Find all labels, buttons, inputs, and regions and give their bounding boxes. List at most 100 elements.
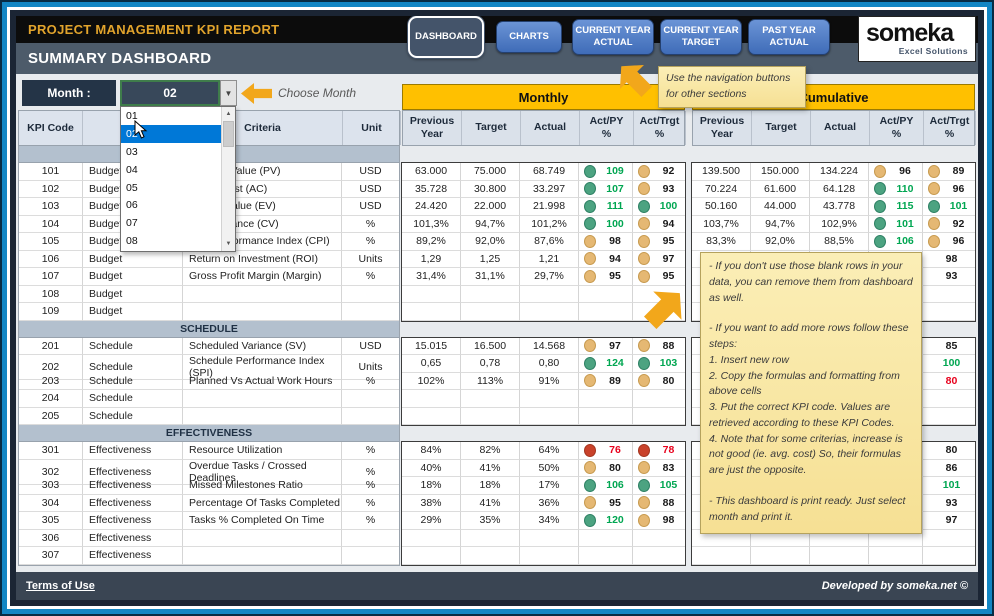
nav-button-current-year[interactable]: CURRENT YEAR TARGET bbox=[660, 19, 742, 55]
indicator-value: 88 bbox=[652, 340, 685, 352]
column-header-0: Previous Year bbox=[693, 111, 752, 145]
cell-target: 92,0% bbox=[751, 233, 810, 251]
status-dot-o bbox=[638, 339, 650, 352]
indicator-value: 92 bbox=[652, 165, 685, 177]
cell-previous-year: 50.160 bbox=[692, 198, 751, 216]
cell-criteria bbox=[183, 286, 342, 304]
indicator-value: 106 bbox=[598, 479, 632, 491]
month-option-03[interactable]: 03 bbox=[121, 143, 221, 161]
indicator-value: 98 bbox=[652, 514, 685, 526]
indicator-value: 110 bbox=[888, 183, 922, 195]
month-option-08[interactable]: 08 bbox=[121, 232, 221, 250]
indicator-value: 93 bbox=[928, 497, 975, 509]
scroll-thumb[interactable] bbox=[223, 121, 234, 147]
status-dot-o bbox=[584, 496, 596, 509]
value-row: 0,650,780,80124103 bbox=[402, 355, 685, 373]
cell-act-trgt bbox=[923, 390, 975, 408]
instructions-note: - If you don't use those blank rows in y… bbox=[700, 252, 922, 534]
indicator-value: 92 bbox=[942, 218, 975, 230]
cell-act-trgt: 85 bbox=[923, 338, 975, 356]
cell-target bbox=[461, 303, 520, 321]
cell-target: 30.800 bbox=[461, 181, 520, 199]
cell-act-py: 107 bbox=[579, 181, 633, 199]
cell-act-py bbox=[579, 286, 633, 304]
cell-previous-year: 0,65 bbox=[402, 355, 461, 373]
status-dot-o bbox=[928, 235, 940, 248]
month-option-06[interactable]: 06 bbox=[121, 196, 221, 214]
cell-actual: 102,9% bbox=[810, 216, 869, 234]
cell-actual: 68.749 bbox=[520, 163, 579, 181]
month-option-05[interactable]: 05 bbox=[121, 179, 221, 197]
monthly-values: 63.00075.00068.7491099235.72830.80033.29… bbox=[402, 146, 685, 565]
cell-unit: % bbox=[342, 512, 399, 530]
cell-act-py: 115 bbox=[869, 198, 923, 216]
value-row: 35.72830.80033.29710793 bbox=[402, 181, 685, 199]
month-option-07[interactable]: 07 bbox=[121, 214, 221, 232]
table-row: 201ScheduleScheduled Variance (SV)USD bbox=[19, 338, 399, 356]
cell-act-py bbox=[579, 390, 633, 408]
indicator-value: 98 bbox=[598, 235, 632, 247]
nav-button-current-year[interactable]: CURRENT YEAR ACTUAL bbox=[572, 19, 654, 55]
cell-actual: 91% bbox=[520, 373, 579, 391]
cell-kpi-code: 305 bbox=[19, 512, 83, 530]
cell-group: Effectiveness bbox=[83, 495, 183, 513]
cell-target: 0,78 bbox=[461, 355, 520, 373]
cell-kpi-code: 103 bbox=[19, 198, 83, 216]
dashboard-content: PROJECT MANAGEMENT KPI REPORT SUMMARY DA… bbox=[16, 16, 978, 600]
cell-actual bbox=[520, 408, 579, 426]
note-paragraph: 4. Note that for some criterias, increas… bbox=[709, 432, 913, 479]
indicator-value: 107 bbox=[598, 183, 632, 195]
cell-previous-year bbox=[402, 530, 461, 548]
cell-previous-year: 83,3% bbox=[692, 233, 751, 251]
note-paragraph: 2. Copy the formulas and formatting from… bbox=[709, 369, 913, 401]
values-box: 15.01516.50014.56897880,650,780,80124103… bbox=[402, 338, 685, 426]
status-dot-o bbox=[638, 270, 650, 283]
nav-button-past-year[interactable]: PAST YEAR ACTUAL bbox=[748, 19, 830, 55]
cell-previous-year bbox=[402, 390, 461, 408]
cell-group: Budget bbox=[83, 251, 183, 269]
cell-act-trgt: 80 bbox=[923, 373, 975, 391]
table-row: 203SchedulePlanned Vs Actual Work Hours% bbox=[19, 373, 399, 391]
indicator-value: 78 bbox=[652, 444, 685, 456]
cell-criteria: Return on Investment (ROI) bbox=[183, 251, 342, 269]
nav-button-dashboard[interactable]: DASHBOARD bbox=[408, 16, 484, 58]
dropdown-scrollbar[interactable]: ▲ ▼ bbox=[221, 107, 235, 251]
cell-previous-year: 38% bbox=[402, 495, 461, 513]
value-row bbox=[402, 286, 685, 304]
status-dot-o bbox=[638, 165, 650, 178]
cell-unit bbox=[342, 390, 399, 408]
cell-kpi-code: 107 bbox=[19, 268, 83, 286]
status-dot-g bbox=[584, 182, 596, 195]
value-row: 18%18%17%106105 bbox=[402, 477, 685, 495]
value-row: 29%35%34%12098 bbox=[402, 512, 685, 530]
cell-act-trgt: 88 bbox=[633, 495, 685, 513]
cell-unit: Units bbox=[342, 251, 399, 269]
scroll-down-icon[interactable]: ▼ bbox=[222, 237, 235, 251]
nav-button-charts[interactable]: CHARTS bbox=[496, 21, 562, 53]
cell-target bbox=[461, 547, 520, 565]
cell-target: 41% bbox=[461, 460, 520, 478]
indicator-value: 97 bbox=[928, 514, 975, 526]
status-dot-g bbox=[638, 200, 650, 213]
cell-act-trgt: 96 bbox=[923, 233, 975, 251]
cell-previous-year: 103,7% bbox=[692, 216, 751, 234]
cell-act-py: 101 bbox=[869, 216, 923, 234]
table-row: 303EffectivenessMissed Milestones Ratio% bbox=[19, 477, 399, 495]
status-dot-g bbox=[874, 235, 886, 248]
cell-unit: % bbox=[342, 495, 399, 513]
cell-actual: 64% bbox=[520, 442, 579, 460]
month-option-04[interactable]: 04 bbox=[121, 161, 221, 179]
status-dot-o bbox=[584, 461, 596, 474]
cell-actual bbox=[520, 547, 579, 565]
column-header-0: Previous Year bbox=[403, 111, 462, 145]
cell-act-trgt: 88 bbox=[633, 338, 685, 356]
scroll-up-icon[interactable]: ▲ bbox=[222, 107, 235, 121]
terms-of-use-link[interactable]: Terms of Use bbox=[26, 580, 95, 592]
header-unit: Unit bbox=[343, 111, 401, 145]
cell-act-py: 96 bbox=[869, 163, 923, 181]
indicator-value: 111 bbox=[598, 200, 632, 212]
value-row bbox=[402, 303, 685, 321]
cell-act-trgt bbox=[633, 530, 685, 548]
status-dot-g bbox=[874, 200, 886, 213]
cell-act-trgt: 89 bbox=[923, 163, 975, 181]
